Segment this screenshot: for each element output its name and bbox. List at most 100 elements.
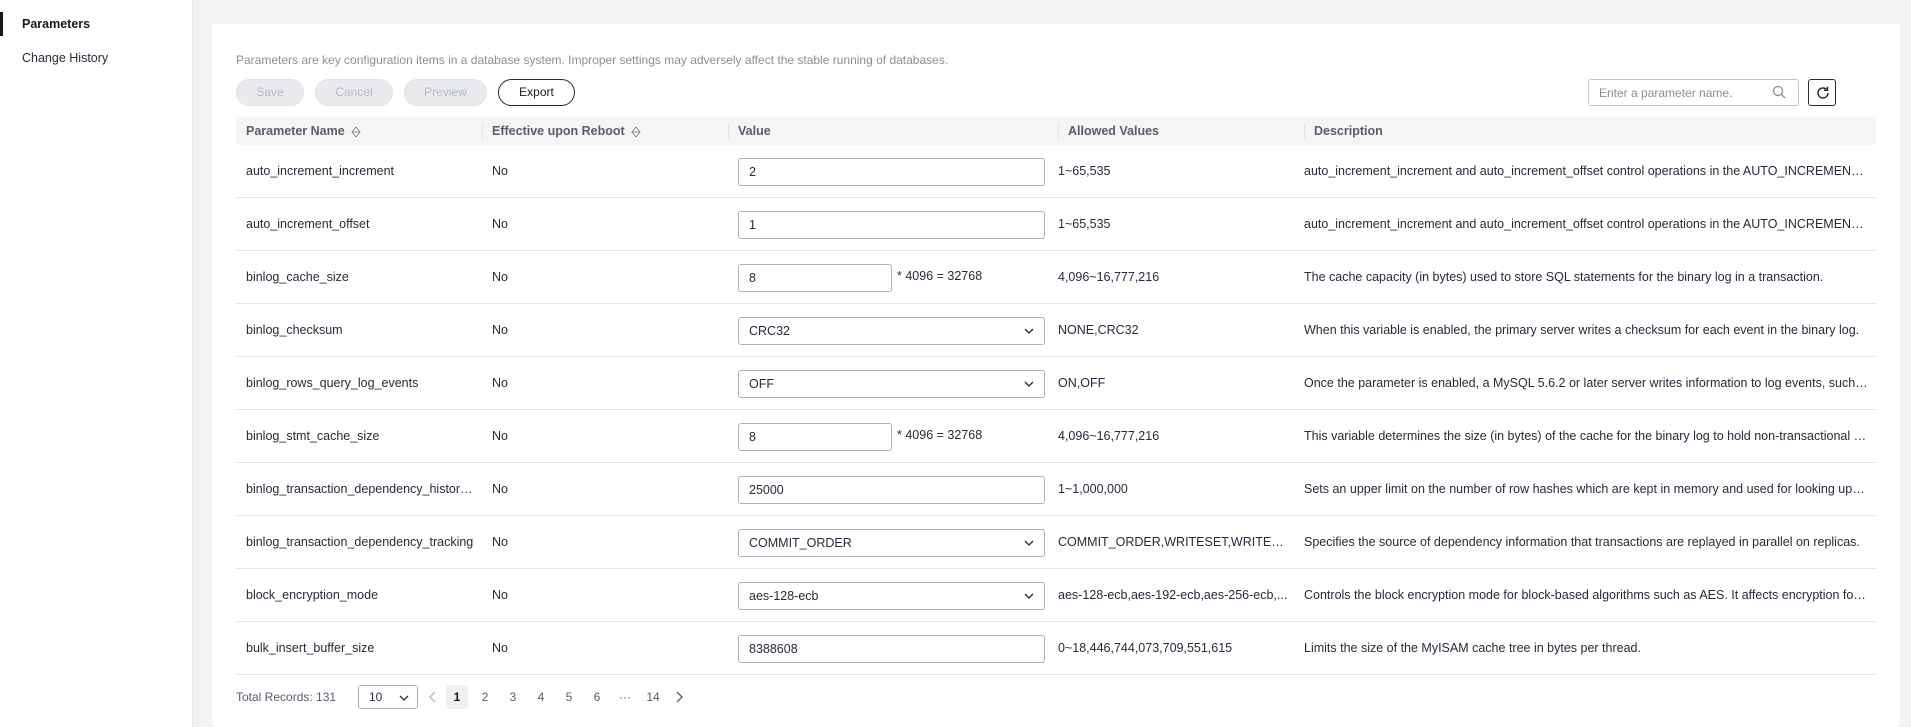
multiplier-text: * 4096 = 32768 bbox=[897, 428, 983, 442]
value-select[interactable]: OFF bbox=[738, 370, 1045, 398]
description: Specifies the source of dependency infor… bbox=[1304, 535, 1860, 549]
total-records: Total Records: 131 bbox=[236, 690, 337, 704]
table-row: block_encryption_mode No aes-128-ecb aes… bbox=[236, 569, 1876, 622]
refresh-button[interactable] bbox=[1808, 79, 1836, 106]
value-input[interactable]: 2 bbox=[738, 158, 1045, 186]
description: Once the parameter is enabled, a MySQL 5… bbox=[1304, 376, 1868, 390]
description: When this variable is enabled, the prima… bbox=[1304, 323, 1860, 337]
sidebar: Parameters Change History bbox=[0, 0, 193, 727]
table-row: binlog_cache_size No 8 * 4096 = 32768 4,… bbox=[236, 251, 1876, 304]
table-row: bulk_insert_buffer_size No 8388608 0~18,… bbox=[236, 622, 1876, 675]
parameter-name: binlog_rows_query_log_events bbox=[246, 376, 419, 390]
parameter-name: binlog_transaction_dependency_tracking bbox=[246, 535, 474, 549]
prev-page-icon[interactable] bbox=[428, 691, 438, 703]
allowed-values: 0~18,446,744,073,709,551,615 bbox=[1058, 641, 1233, 655]
allowed-values: 4,096~16,777,216 bbox=[1058, 270, 1160, 284]
next-page-icon[interactable] bbox=[674, 691, 684, 703]
preview-button[interactable]: Preview bbox=[404, 79, 487, 106]
reboot-value: No bbox=[492, 535, 508, 549]
reboot-value: No bbox=[492, 482, 508, 496]
description: This variable determines the size (in by… bbox=[1304, 429, 1868, 443]
table-row: auto_increment_increment No 2 1~65,535 a… bbox=[236, 145, 1876, 198]
column-header-description: Description bbox=[1314, 124, 1383, 138]
value-input[interactable]: 8 bbox=[738, 423, 892, 451]
allowed-values: 4,096~16,777,216 bbox=[1058, 429, 1160, 443]
parameter-name: binlog_stmt_cache_size bbox=[246, 429, 380, 443]
table-row: auto_increment_offset No 1 1~65,535 auto… bbox=[236, 198, 1876, 251]
page-6[interactable]: 6 bbox=[586, 685, 608, 709]
table-row: binlog_checksum No CRC32 NONE,CRC32 When… bbox=[236, 304, 1876, 357]
allowed-values: 1~65,535 bbox=[1058, 217, 1111, 231]
page-5[interactable]: 5 bbox=[558, 685, 580, 709]
reboot-value: No bbox=[492, 323, 508, 337]
allowed-values: COMMIT_ORDER,WRITESET,WRITES... bbox=[1058, 535, 1288, 549]
reboot-value: No bbox=[492, 641, 508, 655]
column-header-name-label: Parameter Name bbox=[246, 124, 345, 138]
description: Controls the block encryption mode for b… bbox=[1304, 588, 1868, 602]
select-value: aes-128-ecb bbox=[749, 589, 819, 603]
column-header-allowed: Allowed Values bbox=[1068, 124, 1160, 138]
table-row: binlog_rows_query_log_events No OFF ON,O… bbox=[236, 357, 1876, 410]
page-ellipsis[interactable]: ··· bbox=[614, 685, 636, 709]
chevron-down-icon bbox=[1024, 593, 1034, 599]
chevron-down-icon bbox=[1024, 381, 1034, 387]
sort-icon[interactable] bbox=[631, 125, 641, 138]
value-input[interactable]: 1 bbox=[738, 211, 1045, 239]
description: The cache capacity (in bytes) used to st… bbox=[1304, 270, 1824, 284]
search-icon[interactable] bbox=[1772, 85, 1786, 99]
select-value: OFF bbox=[749, 377, 774, 391]
column-header-reboot[interactable]: Effective upon Reboot bbox=[482, 117, 641, 145]
reboot-value: No bbox=[492, 376, 508, 390]
export-button[interactable]: Export bbox=[498, 79, 575, 106]
parameter-name: binlog_transaction_dependency_history... bbox=[246, 482, 474, 496]
value-input[interactable]: 8 bbox=[738, 264, 892, 292]
page-4[interactable]: 4 bbox=[530, 685, 552, 709]
main-panel: Parameters are key configuration items i… bbox=[212, 24, 1900, 727]
sort-icon[interactable] bbox=[351, 125, 361, 138]
description: Limits the size of the MyISAM cache tree… bbox=[1304, 641, 1641, 655]
chevron-down-icon bbox=[1024, 328, 1034, 334]
reboot-value: No bbox=[492, 588, 508, 602]
multiplier-text: * 4096 = 32768 bbox=[897, 269, 983, 283]
sidebar-item-parameters[interactable]: Parameters bbox=[0, 12, 193, 36]
info-notice: Parameters are key configuration items i… bbox=[236, 53, 949, 67]
reboot-value: No bbox=[492, 270, 508, 284]
allowed-values: ON,OFF bbox=[1058, 376, 1106, 390]
cancel-button[interactable]: Cancel bbox=[315, 79, 393, 106]
sidebar-item-change-history[interactable]: Change History bbox=[0, 46, 193, 70]
parameter-name: auto_increment_increment bbox=[246, 164, 394, 178]
reboot-value: No bbox=[492, 217, 508, 231]
value-select[interactable]: aes-128-ecb bbox=[738, 582, 1045, 610]
page-2[interactable]: 2 bbox=[474, 685, 496, 709]
column-header-value: Value bbox=[738, 124, 771, 138]
page-3[interactable]: 3 bbox=[502, 685, 524, 709]
column-header-name[interactable]: Parameter Name bbox=[236, 117, 361, 145]
page-1[interactable]: 1 bbox=[446, 685, 468, 709]
allowed-values: NONE,CRC32 bbox=[1058, 323, 1139, 337]
save-button[interactable]: Save bbox=[236, 79, 304, 106]
select-value: CRC32 bbox=[749, 324, 790, 338]
allowed-values: 1~1,000,000 bbox=[1058, 482, 1128, 496]
chevron-down-icon bbox=[1024, 540, 1034, 546]
description: Sets an upper limit on the number of row… bbox=[1304, 482, 1868, 496]
allowed-values: aes-128-ecb,aes-192-ecb,aes-256-ecb,... bbox=[1058, 588, 1288, 602]
page-size-value: 10 bbox=[369, 690, 383, 704]
reboot-value: No bbox=[492, 429, 508, 443]
value-select[interactable]: CRC32 bbox=[738, 317, 1045, 345]
value-input[interactable]: 8388608 bbox=[738, 635, 1045, 663]
page-14[interactable]: 14 bbox=[642, 685, 664, 709]
reboot-value: No bbox=[492, 164, 508, 178]
description: auto_increment_increment and auto_increm… bbox=[1304, 217, 1868, 231]
table-row: binlog_transaction_dependency_history...… bbox=[236, 463, 1876, 516]
parameter-name: auto_increment_offset bbox=[246, 217, 370, 231]
table-row: binlog_stmt_cache_size No 8 * 4096 = 327… bbox=[236, 410, 1876, 463]
value-select[interactable]: COMMIT_ORDER bbox=[738, 529, 1045, 557]
value-input[interactable]: 25000 bbox=[738, 476, 1045, 504]
search-input[interactable] bbox=[1588, 79, 1799, 106]
parameter-name: bulk_insert_buffer_size bbox=[246, 641, 375, 655]
refresh-icon bbox=[1817, 86, 1829, 99]
allowed-values: 1~65,535 bbox=[1058, 164, 1111, 178]
table-header: Parameter Name Effective upon Reboot Val… bbox=[236, 117, 1876, 145]
page-size-select[interactable]: 10 bbox=[358, 685, 418, 709]
description: auto_increment_increment and auto_increm… bbox=[1304, 164, 1868, 178]
